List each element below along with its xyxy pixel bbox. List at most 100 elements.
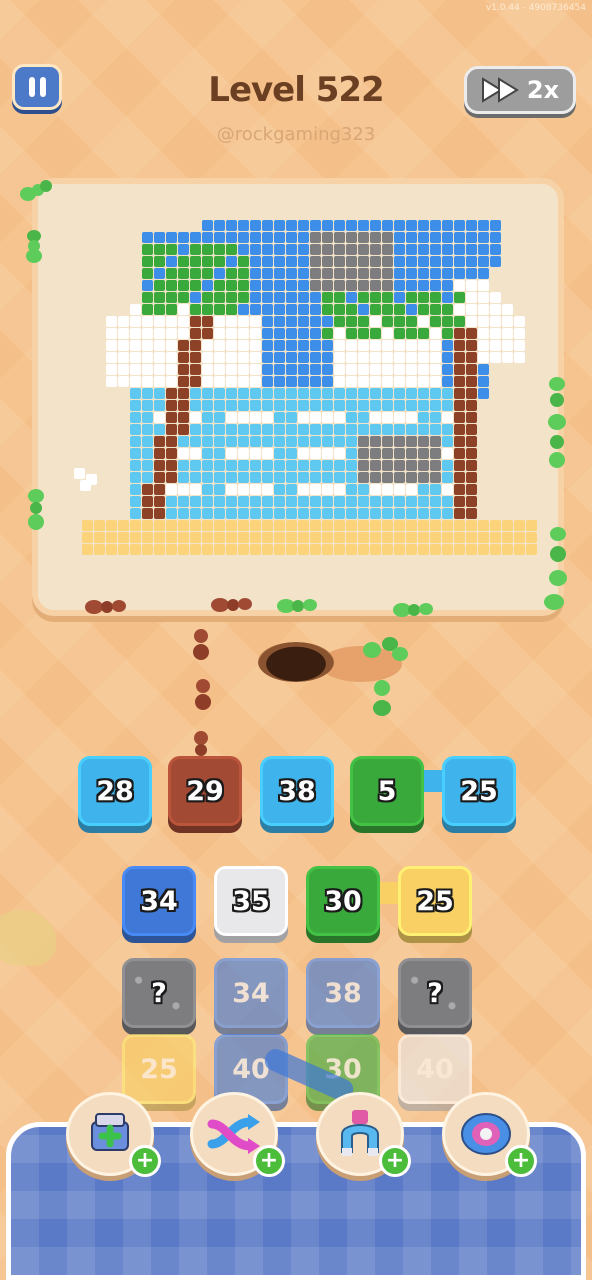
picture-pixel (166, 508, 177, 519)
picture-pixel (442, 328, 453, 339)
picture-pixel (322, 268, 333, 279)
version-label: v1.0.44 - 4908736454 (485, 3, 586, 13)
picture-pixel (226, 268, 237, 279)
picture-pixel (418, 544, 429, 555)
picture-pixel (370, 448, 381, 459)
number-tile[interactable]: 29 (168, 756, 242, 826)
picture-pixel (262, 400, 273, 411)
tile-count: 38 (278, 775, 316, 807)
picture-pixel (262, 292, 273, 303)
picture-pixel (226, 220, 237, 231)
picture-pixel (454, 496, 465, 507)
picture-pixel (490, 520, 501, 531)
picture-pixel (466, 220, 477, 231)
add-booster-plus-icon[interactable]: + (505, 1145, 537, 1177)
picture-pixel (298, 544, 309, 555)
booster-add-slot[interactable]: + (66, 1092, 161, 1177)
number-tile[interactable]: 5 (350, 756, 424, 826)
picture-pixel (238, 412, 249, 423)
add-booster-plus-icon[interactable]: + (129, 1145, 161, 1177)
picture-pixel (358, 304, 369, 315)
picture-pixel (346, 412, 357, 423)
number-tile[interactable]: 25 (442, 756, 516, 826)
number-tile[interactable]: 38 (260, 756, 334, 826)
picture-pixel (250, 472, 261, 483)
picture-pixel (262, 388, 273, 399)
picture-pixel (322, 484, 333, 495)
picture-pixel (430, 328, 441, 339)
picture-pixel (394, 364, 405, 375)
picture-pixel (526, 532, 537, 543)
number-tile[interactable]: 38 (306, 958, 380, 1028)
booster-spool[interactable]: + (442, 1092, 537, 1177)
picture-pixel (406, 400, 417, 411)
picture-pixel (238, 364, 249, 375)
picture-pixel (418, 520, 429, 531)
picture-pixel (202, 388, 213, 399)
tile-count: 25 (416, 885, 454, 917)
picture-pixel (142, 532, 153, 543)
number-tile[interactable]: 40 (398, 1034, 472, 1104)
picture-pixel (358, 544, 369, 555)
picture-pixel (178, 328, 189, 339)
picture-pixel (202, 340, 213, 351)
picture-pixel (310, 244, 321, 255)
mystery-tile[interactable]: ? (122, 958, 196, 1028)
picture-pixel (286, 484, 297, 495)
picture-pixel (466, 484, 477, 495)
picture-pixel (502, 328, 513, 339)
picture-pixel (274, 496, 285, 507)
picture-pixel (454, 424, 465, 435)
picture-pixel (430, 472, 441, 483)
number-tile[interactable]: 34 (122, 866, 196, 936)
picture-pixel (166, 292, 177, 303)
picture-pixel (478, 256, 489, 267)
picture-pixel (214, 448, 225, 459)
picture-pixel (154, 412, 165, 423)
picture-pixel (382, 376, 393, 387)
picture-pixel (310, 532, 321, 543)
picture-pixel (454, 412, 465, 423)
picture-pixel (274, 544, 285, 555)
picture-pixel (190, 532, 201, 543)
mystery-tile[interactable]: ? (398, 958, 472, 1028)
picture-pixel (190, 484, 201, 495)
picture-pixel (106, 520, 117, 531)
picture-pixel (454, 268, 465, 279)
picture-pixel (334, 280, 345, 291)
picture-pixel (274, 280, 285, 291)
number-tile[interactable]: 25 (398, 866, 472, 936)
add-booster-plus-icon[interactable]: + (253, 1145, 285, 1177)
picture-pixel (118, 364, 129, 375)
add-booster-plus-icon[interactable]: + (379, 1145, 411, 1177)
booster-shuffle[interactable]: + (190, 1092, 285, 1177)
picture-pixel (478, 292, 489, 303)
tile-count: 28 (96, 775, 134, 807)
picture-pixel (286, 388, 297, 399)
picture-pixel (286, 520, 297, 531)
picture-pixel (238, 304, 249, 315)
picture-pixel (118, 532, 129, 543)
number-tile[interactable]: 35 (214, 866, 288, 936)
picture-pixel (406, 388, 417, 399)
picture-pixel (286, 472, 297, 483)
picture-pixel (466, 244, 477, 255)
picture-pixel (226, 400, 237, 411)
picture-pixel (466, 292, 477, 303)
picture-pixel (154, 232, 165, 243)
picture-pixel (442, 364, 453, 375)
number-tile[interactable]: 28 (78, 756, 152, 826)
picture-pixel (238, 388, 249, 399)
speed-button[interactable]: 2x (464, 66, 576, 114)
picture-pixel (466, 376, 477, 387)
number-tile[interactable]: 25 (122, 1034, 196, 1104)
picture-pixel (298, 364, 309, 375)
picture-pixel (238, 544, 249, 555)
booster-magnet[interactable]: + (316, 1092, 411, 1177)
picture-pixel (358, 484, 369, 495)
picture-pixel (430, 412, 441, 423)
number-tile[interactable]: 30 (306, 866, 380, 936)
picture-pixel (478, 232, 489, 243)
number-tile[interactable]: 34 (214, 958, 288, 1028)
picture-pixel (286, 424, 297, 435)
